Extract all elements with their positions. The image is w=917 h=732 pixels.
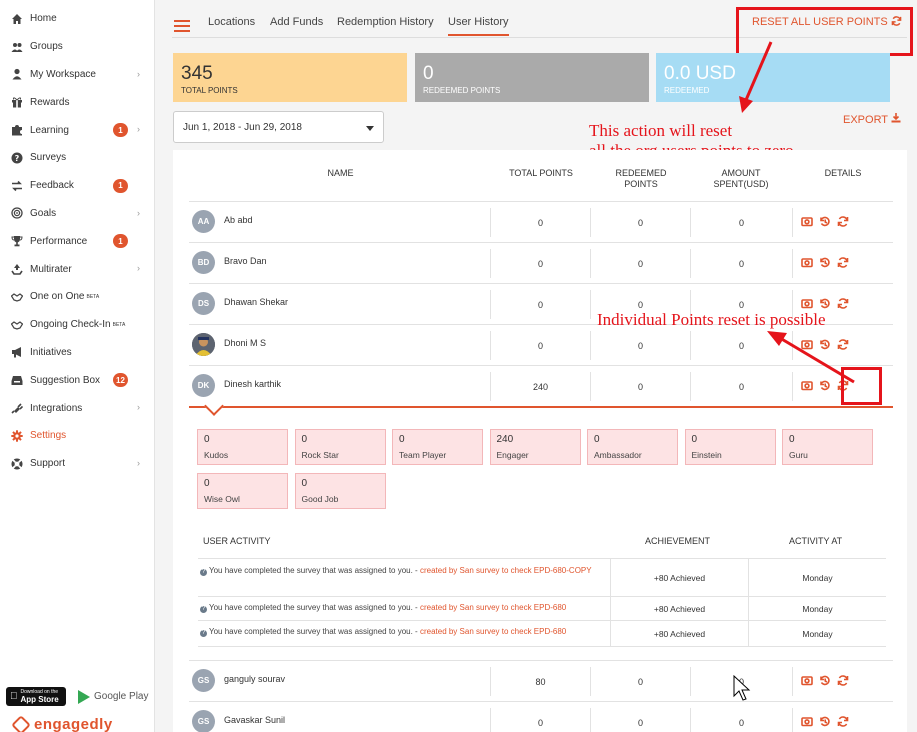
arrowhead-reset <box>739 96 753 113</box>
mouse-cursor-icon <box>733 675 751 701</box>
arrowhead-individual <box>767 331 787 346</box>
arrow-line-individual <box>779 336 855 384</box>
annotation-arrows <box>739 41 855 384</box>
arrow-line-reset <box>744 41 773 101</box>
